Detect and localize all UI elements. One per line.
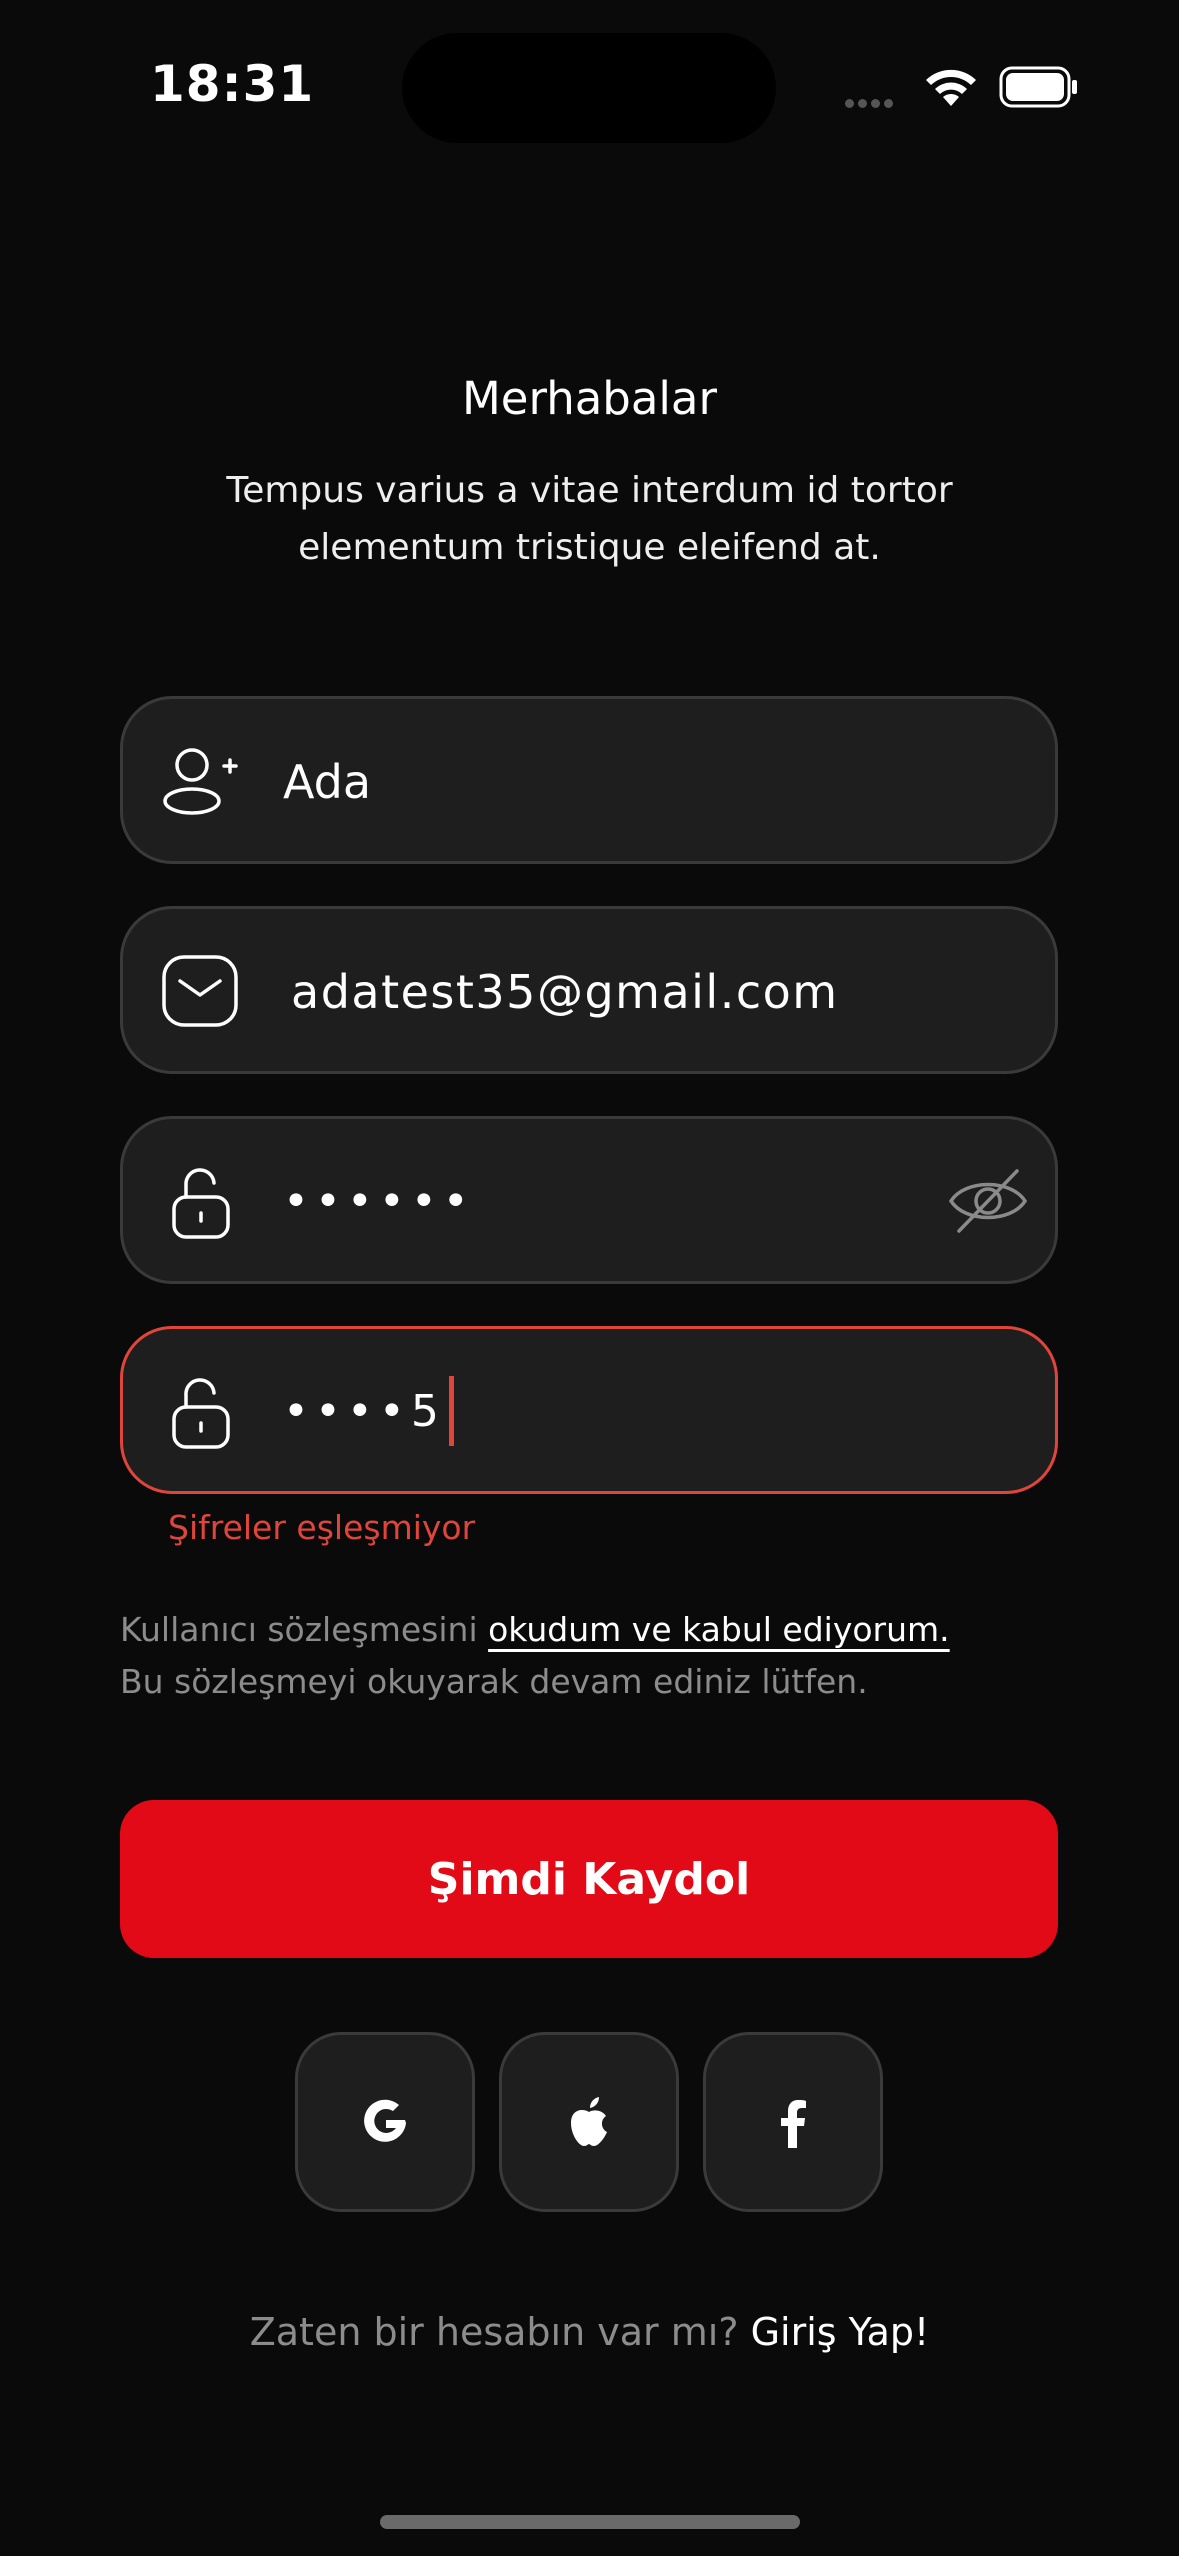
password-value: •••••• [283,1176,475,1227]
name-value: Ada [283,755,372,809]
home-indicator [380,2515,800,2529]
facebook-icon [781,2100,806,2148]
unlock-icon [172,1168,230,1239]
apple-login-button[interactable] [499,2032,679,2212]
login-question: Zaten bir hesabın var mı? [249,2310,739,2354]
apple-icon [571,2097,607,2146]
battery-icon [999,66,1077,108]
name-field[interactable]: Ada [120,696,1058,864]
password-confirm-value-wrap: ••••5 [283,1376,454,1446]
password-field[interactable]: •••••• [120,1116,1058,1284]
terms-text: Kullanıcı sözleşmesini okudum ve kabul e… [120,1604,1080,1708]
password-mismatch-error: Şifreler eşleşmiyor [168,1508,476,1547]
page-subtitle: Tempus varius a vitae interdum id tortor… [226,470,953,568]
google-icon [364,2099,406,2142]
status-time: 18:31 [150,55,315,113]
eye-off-icon[interactable] [943,1159,1033,1243]
email-field[interactable]: adatest35@gmail.com [120,906,1058,1074]
terms-prefix: Kullanıcı sözleşmesini [120,1610,489,1649]
mail-icon [162,955,238,1027]
password-confirm-value: ••••5 [283,1386,445,1437]
password-confirm-field[interactable]: ••••5 [120,1326,1058,1494]
dynamic-island [402,33,776,143]
facebook-login-button[interactable] [703,2032,883,2212]
wifi-icon [926,69,976,106]
terms-link[interactable]: okudum ve kabul ediyorum. [488,1610,950,1649]
add-user-icon [163,748,238,815]
email-value: adatest35@gmail.com [291,965,839,1019]
login-prompt: Zaten bir hesabın var mı? Giriş Yap! [0,2310,1179,2354]
cellular-signal-icon [845,93,905,108]
page-title: Merhabalar [461,372,718,425]
text-cursor [448,1376,454,1446]
login-link[interactable]: Giriş Yap! [751,2310,930,2354]
unlock-icon [172,1378,230,1449]
google-login-button[interactable] [295,2032,475,2212]
terms-line2: Bu sözleşmeyi okuyarak devam ediniz lütf… [120,1662,868,1701]
register-button[interactable]: Şimdi Kaydol [120,1800,1058,1958]
